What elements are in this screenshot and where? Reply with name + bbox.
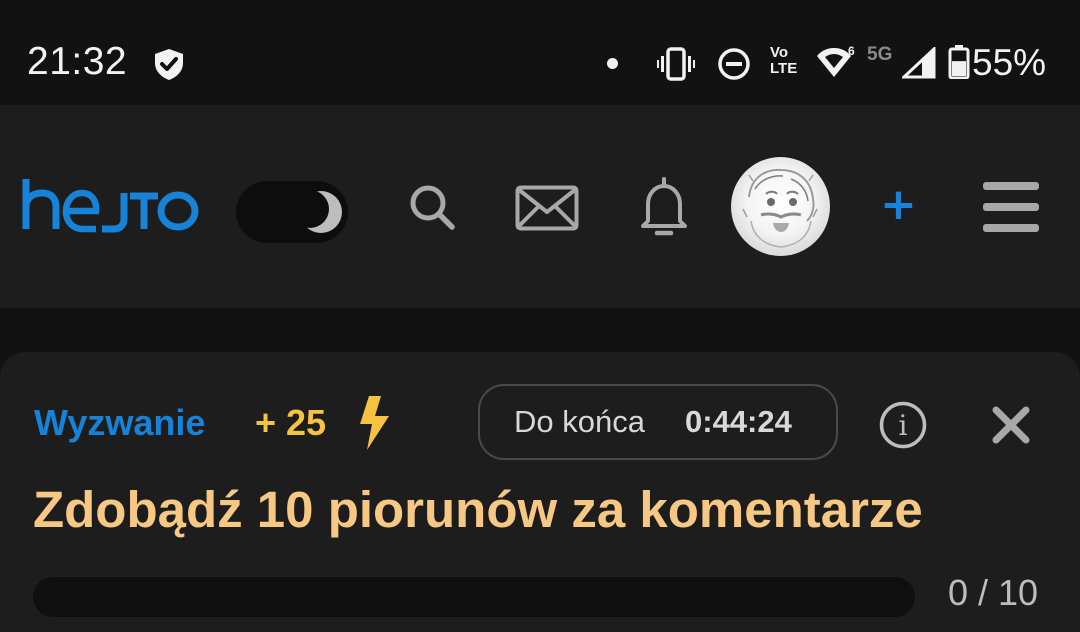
notification-dot-icon <box>607 58 618 69</box>
menu-hamburger-icon[interactable] <box>983 182 1039 236</box>
battery-percent: 55% <box>972 42 1047 83</box>
shield-check-icon <box>152 47 186 85</box>
volte-icon: Vo LTE <box>770 45 806 81</box>
signal-icon <box>900 45 936 83</box>
header-spacer <box>0 308 1080 352</box>
battery-icon <box>948 45 970 83</box>
status-bar: 21:32 Vo LTE 6 5G 55% <box>0 0 1080 105</box>
challenge-label: Wyzwanie <box>34 402 206 443</box>
hejto-logo[interactable]: hejto <box>22 175 200 246</box>
timer-value: 0:44:24 <box>685 404 792 439</box>
add-post-button[interactable]: + <box>880 181 917 229</box>
challenge-card: Wyzwanie + 25 Do końca 0:44:24 i Zdobądź… <box>0 352 1080 632</box>
network-type-label: 5G <box>867 44 893 65</box>
info-button[interactable]: i <box>879 401 927 453</box>
close-icon <box>992 406 1030 444</box>
volte-top-text: Vo <box>770 44 789 61</box>
do-not-disturb-icon <box>717 47 751 85</box>
user-avatar[interactable] <box>731 157 830 256</box>
info-icon: i <box>879 401 927 449</box>
challenge-progress-text: 0 / 10 <box>948 572 1039 613</box>
messages-envelope-icon[interactable] <box>515 185 579 235</box>
challenge-progress-bar <box>33 577 915 617</box>
lightning-bolt-icon <box>357 394 391 456</box>
challenge-points: + 25 <box>255 402 327 443</box>
app-header: hejto <box>0 105 1080 308</box>
timer-label: Do końca <box>514 404 645 439</box>
volte-bottom-text: LTE <box>770 60 798 77</box>
info-icon-text: i <box>899 409 908 442</box>
search-icon[interactable] <box>408 183 456 235</box>
close-challenge-button[interactable] <box>990 404 1032 450</box>
status-time: 21:32 <box>27 40 128 83</box>
notifications-bell-icon[interactable] <box>639 175 689 245</box>
challenge-timer: Do końca 0:44:24 <box>478 384 838 460</box>
moon-icon <box>298 190 342 233</box>
challenge-title: Zdobądź 10 piorunów za komentarze <box>33 481 923 538</box>
battery-fill <box>952 61 966 76</box>
dark-mode-toggle[interactable] <box>236 181 348 243</box>
vibrate-icon <box>657 47 695 85</box>
wifi-icon: 6 <box>815 44 857 84</box>
wifi-badge-text: 6 <box>848 44 855 58</box>
